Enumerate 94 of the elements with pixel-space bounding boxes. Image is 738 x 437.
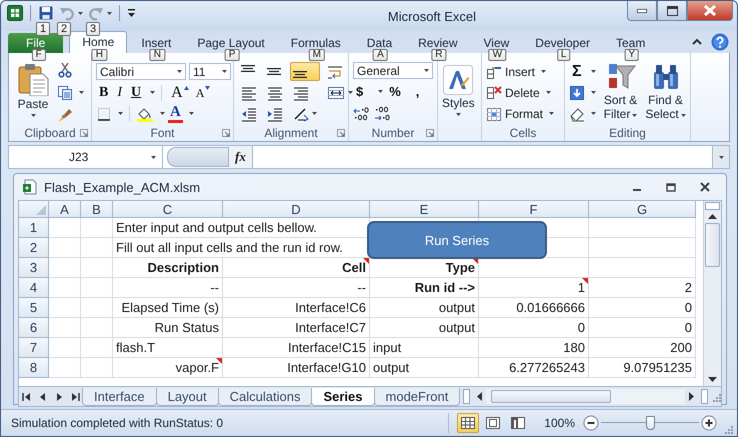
sheet-tab[interactable]: Series xyxy=(311,388,375,406)
table-cell: output xyxy=(438,299,475,316)
table-cell: Type xyxy=(446,259,475,276)
paste-button[interactable]: Paste xyxy=(13,62,53,124)
table-cell: input xyxy=(373,339,402,356)
key-tip: 2 xyxy=(57,22,72,36)
table-cell: Interface!C6 xyxy=(295,299,366,316)
table-cell: 2 xyxy=(684,279,692,296)
grow-font-button[interactable]: A xyxy=(168,84,190,102)
table-cell: Run Status xyxy=(154,319,219,336)
key-tip: 3 xyxy=(86,22,100,36)
row-header[interactable]: 7 xyxy=(19,338,49,358)
table-cell: 200 xyxy=(670,339,692,356)
zoom-level[interactable]: 100% xyxy=(544,416,575,430)
bold-button[interactable]: B xyxy=(96,84,112,102)
table-cell: Cell xyxy=(342,259,366,276)
key-tip: H xyxy=(92,49,107,61)
row-header[interactable]: 3 xyxy=(19,258,49,278)
find-select-button[interactable]: Find & Select xyxy=(645,62,686,124)
table-cell: 180 xyxy=(563,339,585,356)
format-cells-button[interactable]: Format xyxy=(486,104,554,123)
table-cell: Elapsed Time (s) xyxy=(121,299,219,316)
sort-filter-button[interactable]: Sort & Filter xyxy=(600,62,641,124)
workbook-title: Flash_Example_ACM.xlsm xyxy=(44,180,200,194)
run-series-button[interactable]: Run Series xyxy=(367,221,547,259)
table-cell: -- xyxy=(210,279,219,296)
autosum-button[interactable]: Σ xyxy=(569,62,585,80)
key-tip: Y xyxy=(624,49,639,61)
currency-button[interactable]: $ xyxy=(353,82,366,100)
font-color-button[interactable]: A xyxy=(168,104,183,122)
table-cell: 1 xyxy=(578,279,585,296)
table-cell: 9.07951235 xyxy=(623,359,692,376)
key-tip: W xyxy=(488,49,506,61)
row-header[interactable]: 6 xyxy=(19,318,49,338)
table-cell: Interface!C7 xyxy=(295,319,366,336)
font-size-field[interactable]: 11 xyxy=(189,63,231,80)
row-header[interactable]: 8 xyxy=(19,358,49,378)
group-label: Clipboard xyxy=(24,126,76,140)
group-label: Number xyxy=(372,126,414,140)
sheet-tab[interactable]: Calculations xyxy=(218,388,312,406)
column-header[interactable]: B xyxy=(81,201,113,218)
key-tip: R xyxy=(431,49,446,61)
row-header[interactable]: 2 xyxy=(19,238,49,258)
table-cell: Fill out all input cells and the run id row. xyxy=(116,239,343,256)
group-label: Editing xyxy=(609,126,646,140)
table-cell: 0 xyxy=(684,319,692,336)
number-format-field[interactable]: General xyxy=(353,62,433,79)
key-tip: A xyxy=(373,49,388,61)
table-cell: Enter input and output cells bellow. xyxy=(116,219,317,236)
key-tip: F xyxy=(32,49,46,61)
window-title: Microsoft Excel xyxy=(386,8,478,24)
key-tip: 1 xyxy=(36,22,50,36)
table-cell: 0.01666666 xyxy=(516,299,585,316)
font-name-field[interactable]: Calibri xyxy=(96,63,186,80)
table-cell: -- xyxy=(357,279,366,296)
delete-cells-button[interactable]: Delete xyxy=(486,83,554,102)
column-header[interactable]: E xyxy=(370,201,479,218)
shrink-font-button[interactable]: A xyxy=(192,84,212,102)
styles-button[interactable]: Styles xyxy=(442,62,475,124)
table-cell: flash.T xyxy=(116,339,156,356)
table-cell: Run id --> xyxy=(414,279,475,296)
table-cell: vapor.F xyxy=(176,359,219,376)
key-tip: N xyxy=(150,49,165,61)
key-tip: M xyxy=(308,49,325,61)
column-header[interactable]: C xyxy=(113,201,223,218)
sheet-tab[interactable]: Layout xyxy=(156,388,219,406)
group-label: Alignment xyxy=(264,126,318,140)
key-tip: P xyxy=(224,49,240,61)
column-header[interactable]: G xyxy=(589,201,696,218)
table-cell: output xyxy=(373,359,410,376)
comma-button[interactable]: , xyxy=(412,82,422,100)
table-cell: output xyxy=(438,319,475,336)
column-header[interactable]: A xyxy=(49,201,81,218)
insert-cells-button[interactable]: Insert xyxy=(486,62,554,81)
key-tip: L xyxy=(556,49,570,61)
status-message: Simulation completed with RunStatus: 0 xyxy=(11,416,224,430)
table-cell: 0 xyxy=(578,319,585,336)
underline-button[interactable]: U xyxy=(128,84,144,102)
percent-button[interactable]: % xyxy=(386,82,404,100)
table-cell: Interface!G10 xyxy=(287,359,366,376)
column-header[interactable]: D xyxy=(223,201,370,218)
group-label: Font xyxy=(150,126,174,140)
row-header[interactable]: 4 xyxy=(19,278,49,298)
row-header[interactable]: 1 xyxy=(19,218,49,238)
table-cell: Description xyxy=(147,259,219,276)
row-header[interactable]: 5 xyxy=(19,298,49,318)
table-cell: 6.277265243 xyxy=(509,359,585,376)
column-header[interactable]: F xyxy=(479,201,589,218)
group-label: Cells xyxy=(510,126,536,140)
italic-button[interactable]: I xyxy=(114,84,126,102)
table-cell: 0 xyxy=(684,299,692,316)
sheet-tab[interactable]: modeFront xyxy=(374,388,460,406)
table-cell: Interface!C15 xyxy=(288,339,366,356)
sheet-tab[interactable]: Interface xyxy=(82,388,157,406)
